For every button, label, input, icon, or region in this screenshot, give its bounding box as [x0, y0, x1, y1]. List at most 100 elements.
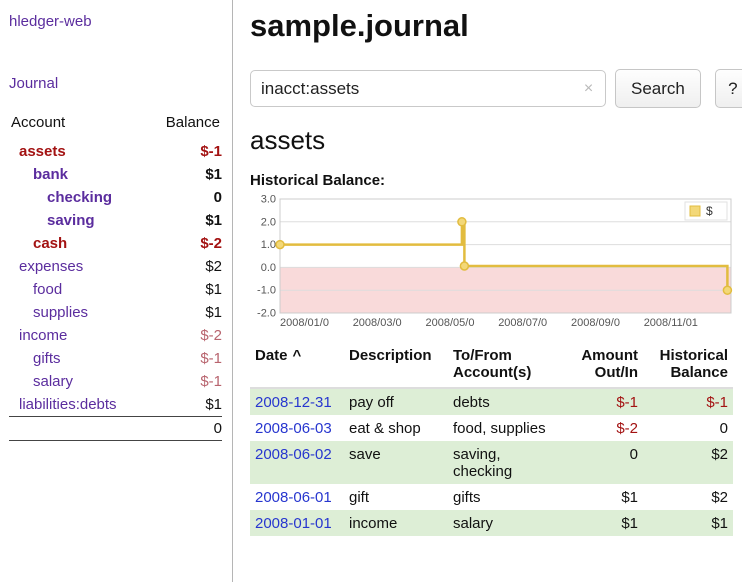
- account-row: expenses $2: [9, 255, 222, 278]
- accounts-total: 0: [147, 417, 222, 441]
- register-table: Date ^ Description To/From Account(s) Amo…: [250, 345, 733, 536]
- transaction-accounts: salary: [448, 510, 566, 536]
- account-row: supplies $1: [9, 301, 222, 324]
- account-link-liabilities-debts[interactable]: liabilities:debts: [19, 396, 117, 413]
- account-row: assets $-1: [9, 140, 222, 163]
- register-header-row: Date ^ Description To/From Account(s) Amo…: [250, 345, 733, 388]
- account-row: bank $1: [9, 163, 222, 186]
- register-row: 2008-12-31 pay off debts $-1 $-1: [250, 388, 733, 415]
- sidebar-item-journal[interactable]: Journal: [9, 75, 222, 92]
- transaction-date-link[interactable]: 2008-06-02: [255, 446, 332, 463]
- svg-text:2.0: 2.0: [261, 216, 276, 228]
- transaction-amount: 0: [566, 441, 643, 484]
- account-balance: $-2: [147, 232, 222, 255]
- account-balance: $1: [147, 301, 222, 324]
- register-header-amount: Amount Out/In: [566, 345, 643, 388]
- account-balance: $1: [147, 393, 222, 417]
- account-row: income $-2: [9, 324, 222, 347]
- account-row: food $1: [9, 278, 222, 301]
- account-balance: $1: [147, 163, 222, 186]
- account-link-bank[interactable]: bank: [33, 166, 68, 183]
- transaction-amount: $-1: [566, 388, 643, 415]
- section-title: assets: [250, 125, 742, 156]
- transaction-date-link[interactable]: 2008-06-03: [255, 420, 332, 437]
- transaction-description: save: [344, 441, 448, 484]
- register-row: 2008-06-01 gift gifts $1 $2: [250, 484, 733, 510]
- account-row: gifts $-1: [9, 347, 222, 370]
- account-row: saving $1: [9, 209, 222, 232]
- account-link-income[interactable]: income: [19, 327, 67, 344]
- date-header-label: Date: [255, 347, 288, 364]
- accounts-total-row: 0: [9, 417, 222, 441]
- search-input[interactable]: [250, 70, 606, 107]
- svg-text:0.0: 0.0: [261, 262, 276, 274]
- account-link-saving[interactable]: saving: [47, 212, 95, 229]
- account-link-salary[interactable]: salary: [33, 373, 73, 390]
- accounts-header-balance: Balance: [147, 114, 222, 140]
- transaction-amount: $-2: [566, 415, 643, 441]
- register-header-account: To/From Account(s): [448, 345, 566, 388]
- transaction-balance: $-1: [643, 388, 733, 415]
- register-header-date[interactable]: Date ^: [250, 345, 344, 388]
- transaction-description: eat & shop: [344, 415, 448, 441]
- account-row: liabilities:debts $1: [9, 393, 222, 417]
- app-brand-link[interactable]: hledger-web: [9, 13, 222, 30]
- register-row: 2008-01-01 income salary $1 $1: [250, 510, 733, 536]
- chart-title: Historical Balance:: [250, 172, 742, 189]
- transaction-balance: 0: [643, 415, 733, 441]
- transaction-balance: $2: [643, 441, 733, 484]
- svg-text:-2.0: -2.0: [257, 308, 276, 320]
- transaction-accounts: food, supplies: [448, 415, 566, 441]
- transaction-accounts: debts: [448, 388, 566, 415]
- transaction-description: pay off: [344, 388, 448, 415]
- clear-search-icon[interactable]: ×: [580, 80, 597, 97]
- svg-text:2008/03/0: 2008/03/0: [353, 317, 402, 329]
- svg-text:2008/05/0: 2008/05/0: [426, 317, 475, 329]
- register-row: 2008-06-02 save saving, checking 0 $2: [250, 441, 733, 484]
- account-row: salary $-1: [9, 370, 222, 393]
- account-link-supplies[interactable]: supplies: [33, 304, 88, 321]
- account-balance: $1: [147, 278, 222, 301]
- account-link-cash[interactable]: cash: [33, 235, 67, 252]
- transaction-amount: $1: [566, 484, 643, 510]
- svg-text:$: $: [706, 204, 713, 218]
- search-bar: × Search ?: [250, 69, 742, 108]
- register-header-balance: Historical Balance: [643, 345, 733, 388]
- accounts-header-account: Account: [9, 114, 147, 140]
- account-link-assets[interactable]: assets: [19, 143, 66, 160]
- svg-text:1.0: 1.0: [261, 239, 276, 251]
- help-button[interactable]: ?: [715, 69, 742, 108]
- account-balance: 0: [147, 186, 222, 209]
- transaction-accounts: gifts: [448, 484, 566, 510]
- transaction-date-link[interactable]: 2008-12-31: [255, 394, 332, 411]
- account-link-checking[interactable]: checking: [47, 189, 112, 206]
- transaction-balance: $1: [643, 510, 733, 536]
- account-link-gifts[interactable]: gifts: [33, 350, 61, 367]
- account-link-food[interactable]: food: [33, 281, 62, 298]
- transaction-date-link[interactable]: 2008-01-01: [255, 515, 332, 532]
- accounts-table: Account Balance assets $-1 bank $1 check…: [9, 114, 222, 441]
- page-title: sample.journal: [250, 8, 742, 44]
- transaction-accounts: saving, checking: [448, 441, 566, 484]
- transaction-balance: $2: [643, 484, 733, 510]
- account-balance: $-2: [147, 324, 222, 347]
- register-header-description: Description: [344, 345, 448, 388]
- svg-text:2008/07/0: 2008/07/0: [498, 317, 547, 329]
- transaction-amount: $1: [566, 510, 643, 536]
- svg-text:-1.0: -1.0: [257, 285, 276, 297]
- main-content: sample.journal × Search ? assets Histori…: [233, 0, 742, 582]
- account-balance: $2: [147, 255, 222, 278]
- account-balance: $-1: [147, 347, 222, 370]
- register-row: 2008-06-03 eat & shop food, supplies $-2…: [250, 415, 733, 441]
- account-balance: $1: [147, 209, 222, 232]
- account-row: checking 0: [9, 186, 222, 209]
- historical-balance-chart: 3.02.01.00.0-1.0-2.02008/01/02008/03/020…: [250, 193, 737, 333]
- transaction-description: income: [344, 510, 448, 536]
- account-balance: $-1: [147, 370, 222, 393]
- sort-asc-icon: ^: [293, 347, 302, 364]
- sidebar: hledger-web Journal Account Balance asse…: [0, 0, 233, 582]
- hledger-web-app: hledger-web Journal Account Balance asse…: [0, 0, 742, 582]
- search-button[interactable]: Search: [615, 69, 701, 108]
- transaction-date-link[interactable]: 2008-06-01: [255, 489, 332, 506]
- account-link-expenses[interactable]: expenses: [19, 258, 83, 275]
